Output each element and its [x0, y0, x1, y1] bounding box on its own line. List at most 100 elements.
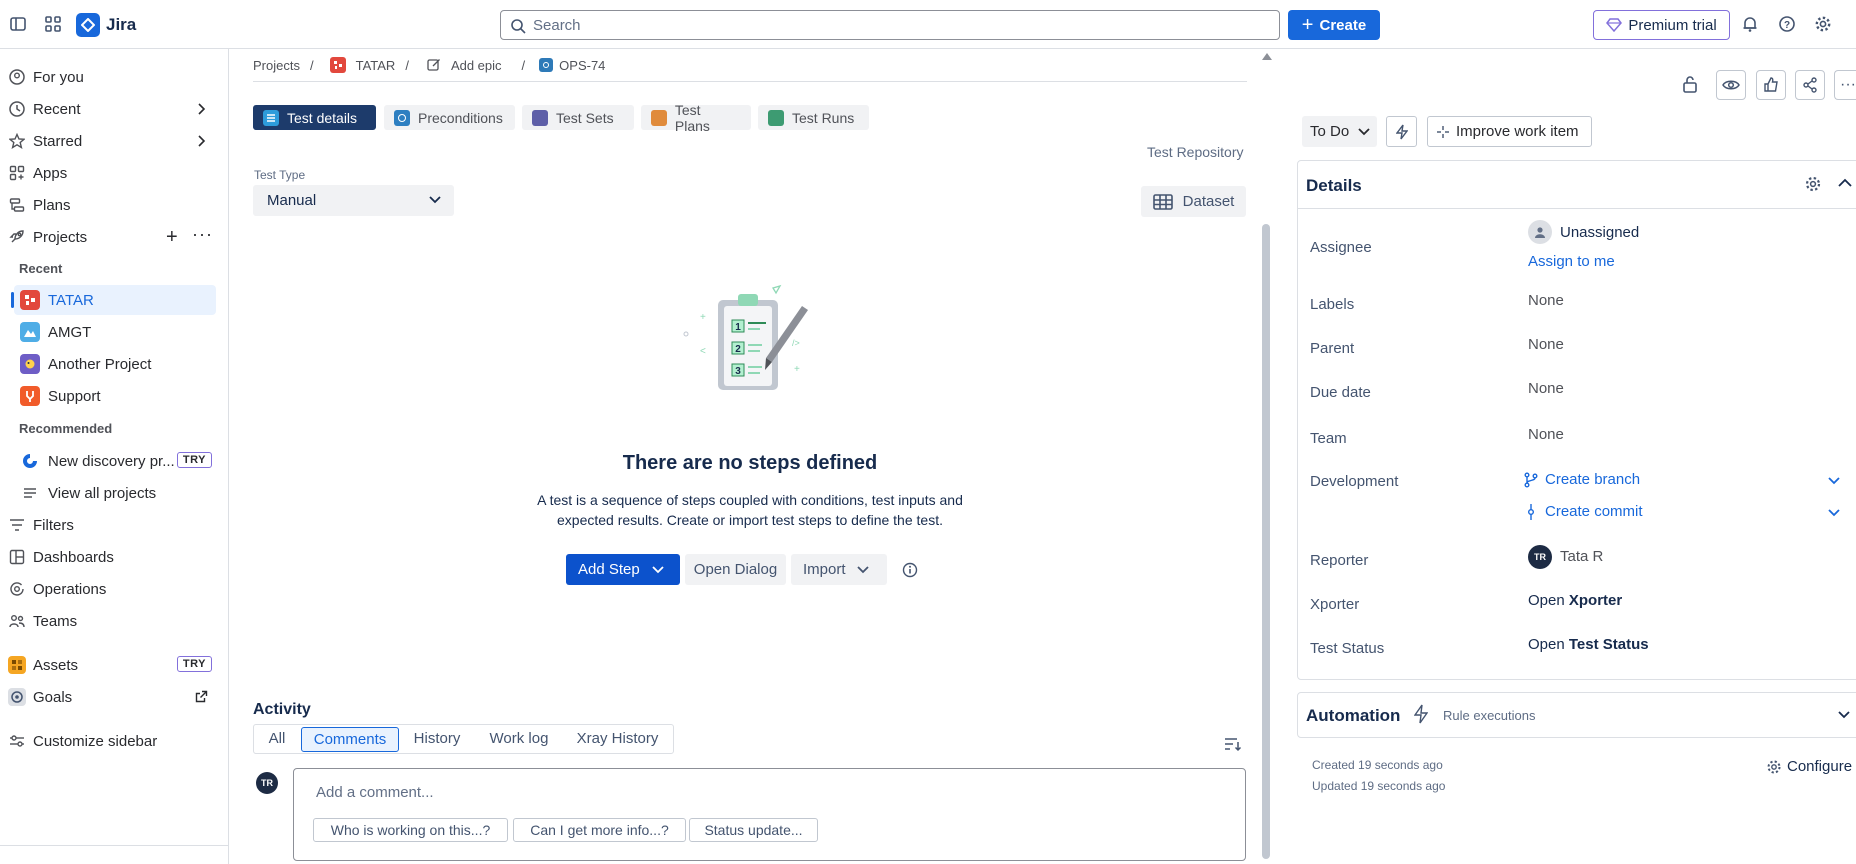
tab-test-runs[interactable]: Test Runs	[758, 105, 869, 130]
more-actions-icon[interactable]: ···	[1834, 70, 1856, 100]
sidebar-item-plans[interactable]: Plans	[8, 190, 216, 220]
due-date-value[interactable]: None	[1528, 380, 1564, 397]
chevron-down-icon[interactable]	[1828, 476, 1840, 486]
reporter-value[interactable]: Tata R	[1560, 548, 1603, 565]
add-project-plus-icon[interactable]: +	[166, 226, 178, 249]
app-switcher-icon[interactable]	[39, 10, 67, 38]
sidebar-item-customize[interactable]: Customize sidebar	[8, 726, 216, 756]
sidebar-item-teams[interactable]: Teams	[8, 606, 216, 636]
chevron-down-icon[interactable]	[1828, 508, 1840, 518]
sidebar-project-another-project[interactable]: Another Project	[14, 349, 216, 379]
create-branch-link[interactable]: Create branch	[1545, 471, 1640, 488]
improve-work-item-button[interactable]: Improve work item	[1427, 116, 1592, 147]
parent-value[interactable]: None	[1528, 336, 1564, 353]
help-icon[interactable]: ?	[1773, 10, 1801, 38]
chevron-right-icon[interactable]	[194, 134, 208, 148]
activity-tab-work-log[interactable]: Work log	[478, 724, 560, 753]
sidebar-item-for-you[interactable]: For you	[8, 62, 216, 92]
filter-icon	[8, 516, 26, 534]
team-value[interactable]: None	[1528, 426, 1564, 443]
sidebar-item-projects[interactable]: Projects + ···	[8, 222, 216, 252]
activity-tab-comments[interactable]: Comments	[301, 727, 399, 752]
chevron-right-icon[interactable]	[194, 102, 208, 116]
details-settings-gear-icon[interactable]	[1804, 175, 1822, 193]
empty-steps-illustration: 1 2 3 + < /> +	[680, 280, 820, 400]
project-another-icon	[20, 354, 40, 374]
sidebar-item-goals[interactable]: Goals	[8, 682, 216, 712]
sidebar-item-apps[interactable]: Apps	[8, 158, 216, 188]
notifications-bell-icon[interactable]	[1736, 10, 1764, 38]
sidebar-item-new-discovery[interactable]: New discovery pr... TRY	[14, 446, 216, 476]
commit-icon	[1526, 504, 1536, 520]
search-input[interactable]: Search	[500, 10, 1280, 40]
sidebar-item-filters[interactable]: Filters	[8, 510, 216, 540]
lock-icon[interactable]	[1682, 75, 1698, 93]
rocket-icon	[8, 228, 26, 246]
info-icon[interactable]	[902, 562, 918, 578]
scroll-up-arrow-icon[interactable]	[1262, 52, 1272, 60]
test-repository-link[interactable]: Test Repository	[1147, 144, 1243, 160]
activity-tab-all[interactable]: All	[256, 724, 298, 753]
watch-eye-icon[interactable]	[1716, 70, 1746, 100]
sidebar-item-operations[interactable]: Operations	[8, 574, 216, 604]
add-step-button[interactable]: Add Step	[566, 554, 680, 585]
assignee-value[interactable]: Unassigned	[1560, 224, 1639, 241]
create-button[interactable]: + Create	[1288, 10, 1380, 40]
share-icon[interactable]	[1795, 70, 1825, 100]
chevron-down-icon[interactable]	[1838, 710, 1850, 720]
test-status-value[interactable]: Open Test Status	[1528, 636, 1649, 653]
breadcrumb-issue-key[interactable]: OPS-74	[559, 58, 605, 73]
breadcrumb-project[interactable]: TATAR	[356, 58, 396, 73]
jira-logo-icon[interactable]	[76, 13, 100, 37]
chevron-down-icon	[429, 195, 441, 205]
test-type-select[interactable]: Manual	[253, 185, 454, 216]
activity-title: Activity	[253, 701, 311, 718]
comment-input[interactable]: Add a comment...	[293, 768, 1246, 861]
breadcrumb-projects[interactable]: Projects	[253, 58, 300, 73]
quick-reply-more-info[interactable]: Can I get more info...?	[513, 818, 686, 842]
external-link-icon[interactable]	[195, 690, 208, 703]
sidebar-project-tatar[interactable]: TATAR	[14, 285, 216, 315]
sidebar-toggle-icon[interactable]	[4, 10, 32, 38]
chevron-up-icon[interactable]	[1838, 178, 1852, 188]
sort-order-icon[interactable]	[1224, 736, 1242, 752]
breadcrumb-add-epic[interactable]: Add epic	[451, 58, 502, 73]
tab-test-plans[interactable]: Test Plans	[641, 102, 751, 134]
test-plans-icon	[651, 109, 667, 126]
svg-text:<: <	[700, 346, 706, 357]
tab-test-sets[interactable]: Test Sets	[522, 105, 634, 130]
sidebar-item-starred[interactable]: Starred	[8, 126, 216, 156]
plus-icon: +	[1301, 14, 1314, 36]
quick-reply-status-update[interactable]: Status update...	[689, 818, 818, 842]
quick-reply-who[interactable]: Who is working on this...?	[313, 818, 508, 842]
more-options-icon[interactable]: ···	[192, 224, 213, 245]
tab-preconditions[interactable]: Preconditions	[384, 105, 515, 130]
open-dialog-button[interactable]: Open Dialog	[685, 554, 786, 585]
import-button[interactable]: Import	[791, 554, 887, 585]
premium-trial-button[interactable]: Premium trial	[1593, 10, 1730, 40]
sidebar-item-view-all-projects[interactable]: View all projects	[14, 478, 216, 508]
sidebar-item-dashboards[interactable]: Dashboards	[8, 542, 216, 572]
xporter-value[interactable]: Open Xporter	[1528, 592, 1622, 609]
dataset-button[interactable]: Dataset	[1141, 186, 1246, 217]
settings-gear-icon[interactable]	[1809, 10, 1837, 38]
automation-lightning-icon[interactable]	[1386, 116, 1417, 147]
create-commit-link[interactable]: Create commit	[1545, 503, 1643, 520]
main-scrollbar[interactable]	[1262, 224, 1270, 859]
assign-to-me-link[interactable]: Assign to me	[1528, 253, 1615, 270]
sidebar-item-assets[interactable]: Assets TRY	[8, 650, 216, 680]
sidebar-item-recent[interactable]: Recent	[8, 94, 216, 124]
labels-value[interactable]: None	[1528, 292, 1564, 309]
activity-tab-history[interactable]: History	[403, 724, 471, 753]
status-dropdown[interactable]: To Do	[1302, 116, 1377, 147]
sidebar-project-amgt[interactable]: AMGT	[14, 317, 216, 347]
rule-executions-link[interactable]: Rule executions	[1443, 708, 1536, 723]
chevron-down-icon[interactable]	[652, 565, 664, 575]
configure-link[interactable]: Configure	[1787, 758, 1852, 775]
sidebar-project-support[interactable]: Support	[14, 381, 216, 411]
app-name[interactable]: Jira	[106, 15, 136, 35]
activity-tab-xray-history[interactable]: Xray History	[566, 724, 669, 753]
details-header[interactable]	[1297, 161, 1856, 209]
thumbs-up-icon[interactable]	[1756, 70, 1786, 100]
tab-test-details[interactable]: Test details	[253, 105, 376, 130]
